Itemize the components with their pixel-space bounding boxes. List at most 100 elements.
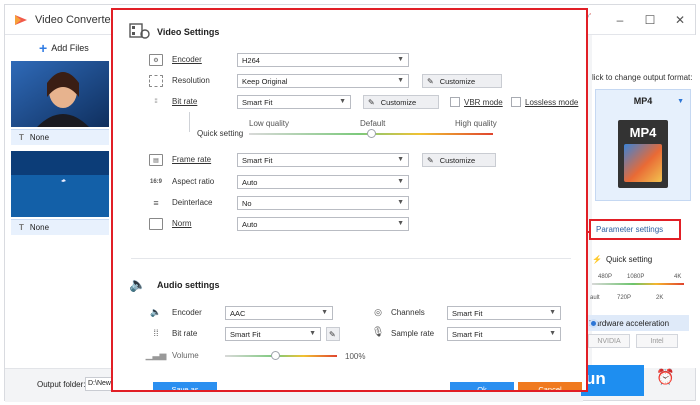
aspect-ratio-select[interactable]: Auto ▼ (237, 175, 409, 189)
chevron-down-icon: ▼ (549, 330, 556, 337)
tick-label: 720P (617, 295, 632, 301)
subtitle-value: None (29, 133, 50, 142)
quick-setting-label: Quick setting (197, 129, 244, 138)
audio-bitrate-select[interactable]: Smart Fit ▼ (225, 327, 321, 341)
chevron-down-icon: ▼ (549, 309, 556, 316)
pencil-icon: ✎ (427, 76, 434, 86)
chevron-down-icon: ▼ (397, 199, 404, 206)
sample-rate-label: Sample rate (391, 329, 435, 338)
app-title: Video Converter (35, 14, 115, 26)
frame-rate-label[interactable]: Frame rate (172, 155, 211, 164)
add-files-label: Add Files (51, 43, 89, 53)
tick-label: 2K (656, 295, 664, 301)
tick-label: ault (590, 295, 600, 301)
resolution-select[interactable]: Keep Original ▼ (237, 74, 409, 88)
pencil-icon: ✎ (329, 329, 336, 339)
video-thumbnail (11, 151, 109, 217)
lossless-mode-label[interactable]: Lossless mode (525, 98, 578, 107)
output-format-hint: lick to change output format: (592, 73, 693, 82)
volume-icon: ▁▃▅ (145, 349, 167, 360)
caret-down-icon: ▼ (677, 98, 684, 105)
save-as-button[interactable]: Save as (153, 382, 217, 390)
chevron-down-icon: ▼ (397, 156, 404, 163)
run-button[interactable]: un (581, 365, 644, 396)
window-controls: – ☐ ✕ (605, 5, 695, 35)
vbr-mode-label[interactable]: VBR mode (464, 98, 503, 107)
high-quality-label: High quality (455, 119, 497, 128)
output-format-selector[interactable]: MP4 ▼ MP4 (595, 89, 691, 201)
output-folder-label: Output folder: (37, 380, 86, 389)
encoder-icon: ⚙ (149, 54, 163, 66)
frame-rate-icon: ▤ (149, 154, 163, 166)
radio-checked-icon (589, 318, 598, 328)
audio-encoder-select[interactable]: AAC ▼ (225, 306, 333, 320)
file-list-panel: + Add Files T None T None (5, 35, 113, 368)
resolution-label: Resolution (172, 76, 210, 85)
audio-encoder-icon: 🔈 (150, 306, 162, 317)
cancel-button[interactable]: Cancel (518, 382, 582, 390)
parameter-settings-button[interactable]: Parameter settings (589, 219, 681, 240)
bitrate-customize-button[interactable]: ✎ Customize (363, 95, 439, 109)
encoder-label[interactable]: Encoder (172, 55, 202, 64)
channels-icon: ◎ (374, 306, 382, 317)
format-card-label: MP4 (629, 125, 657, 140)
chevron-down-icon: ▼ (397, 178, 404, 185)
frame-rate-customize-button[interactable]: ✎ Customize (422, 153, 496, 167)
hardware-acceleration-label: Hardware acceleration (589, 318, 670, 328)
file-item[interactable]: T None (11, 61, 109, 145)
norm-select[interactable]: Auto ▼ (237, 217, 409, 231)
frame-rate-select[interactable]: Smart Fit ▼ (237, 153, 409, 167)
quick-setting-slider[interactable] (592, 283, 684, 285)
volume-track[interactable] (225, 355, 337, 357)
format-card: MP4 (618, 120, 668, 188)
norm-label[interactable]: Norm (172, 219, 192, 228)
alarm-clock-icon[interactable]: ⏰ (656, 368, 682, 394)
nvidia-option[interactable]: NVIDIA (588, 334, 630, 348)
close-icon[interactable]: ✕ (665, 5, 695, 35)
chevron-down-icon: ▼ (397, 56, 404, 63)
default-quality-label: Default (360, 119, 386, 128)
bitrate-label[interactable]: Bit rate (172, 97, 197, 106)
audio-bitrate-icon: ⁞⁞ (153, 328, 159, 338)
channels-select[interactable]: Smart Fit ▼ (447, 306, 561, 320)
resolution-customize-button[interactable]: ✎ Customize (422, 74, 502, 88)
quick-setting-knob[interactable] (366, 129, 376, 138)
deinterlace-label: Deinterlace (172, 198, 213, 207)
lossless-mode-checkbox[interactable] (511, 97, 521, 107)
maximize-icon[interactable]: ☐ (635, 5, 665, 35)
monitor-icon (149, 218, 163, 230)
video-encoder-select[interactable]: H264 ▼ (237, 53, 409, 67)
add-files-button[interactable]: + Add Files (39, 41, 89, 55)
audio-encoder-label: Encoder (172, 308, 202, 317)
connector-line (189, 112, 190, 132)
chevron-down-icon: ▼ (321, 309, 328, 316)
vbr-mode-checkbox[interactable] (450, 97, 460, 107)
intel-option[interactable]: Intel (636, 334, 678, 348)
pencil-icon: ✎ (427, 155, 434, 165)
deinterlace-select[interactable]: No ▼ (237, 196, 409, 210)
lightning-icon: ⚡ (592, 255, 602, 264)
volume-knob[interactable] (270, 351, 280, 360)
subtitle-row[interactable]: T None (11, 219, 109, 235)
chevron-down-icon: ▼ (397, 220, 404, 227)
subtitle-row[interactable]: T None (11, 129, 109, 145)
tick-label: 4K (674, 274, 682, 280)
audio-settings-title: Audio settings (157, 280, 220, 290)
sample-rate-select[interactable]: Smart Fit ▼ (447, 327, 561, 341)
deinterlace-icon: ≡ (153, 198, 159, 208)
tick-label: 1080P (627, 274, 645, 280)
minimize-icon[interactable]: – (605, 5, 635, 35)
video-bitrate-select[interactable]: Smart Fit ▼ (237, 95, 351, 109)
hardware-acceleration-toggle[interactable]: Hardware acceleration (585, 315, 689, 331)
video-settings-title: Video Settings (157, 27, 220, 37)
speaker-settings-icon: 🔈 (129, 276, 147, 292)
file-item[interactable]: T None (11, 151, 109, 235)
text-icon: T (19, 223, 24, 232)
ok-button[interactable]: Ok (450, 382, 514, 390)
parameter-settings-label: Parameter settings (596, 225, 664, 234)
resolution-icon (149, 75, 163, 87)
microphone-icon: 🎙 (371, 326, 385, 338)
audio-bitrate-edit-button[interactable]: ✎ (326, 327, 340, 341)
chevron-down-icon: ▼ (309, 330, 316, 337)
film-art-icon (624, 144, 662, 182)
